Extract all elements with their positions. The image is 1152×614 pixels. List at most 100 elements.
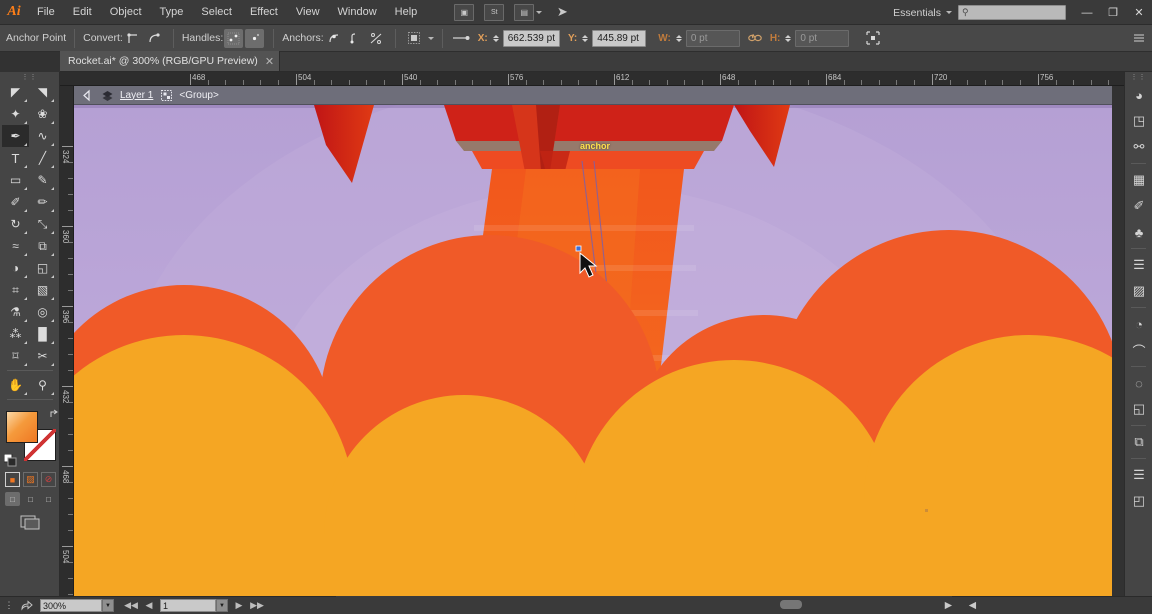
selection-tool[interactable]: ◤ <box>2 81 29 103</box>
h-field-group[interactable]: H: 0 pt <box>770 29 850 47</box>
swatches-panel-icon[interactable]: ▦ <box>1125 167 1152 193</box>
first-page-button[interactable]: ◀◀ <box>122 597 140 614</box>
artboard-canvas[interactable]: anchor <box>74 105 1112 596</box>
close-button[interactable]: ✕ <box>1126 0 1152 25</box>
artboards-panel-icon[interactable]: ◰ <box>1125 488 1152 514</box>
perspective-grid-tool[interactable]: ◱ <box>29 257 56 279</box>
fullscreen-mode[interactable]: □ <box>41 492 56 506</box>
breadcrumb-layer-name[interactable]: Layer 1 <box>120 90 153 101</box>
menu-file[interactable]: File <box>28 0 64 25</box>
share-icon[interactable] <box>18 597 36 614</box>
tool-flyout-indicator-icon[interactable] <box>51 363 54 366</box>
width-tool[interactable]: ≈ <box>2 235 29 257</box>
magic-wand-tool[interactable]: ✦ <box>2 103 29 125</box>
menu-object[interactable]: Object <box>101 0 151 25</box>
transform-panel-icon[interactable]: ⧉ <box>1125 429 1152 455</box>
tool-flyout-indicator-icon[interactable] <box>24 253 27 256</box>
horizontal-ruler[interactable]: 468504540576612648684720756792 <box>60 72 1152 86</box>
tool-flyout-indicator-icon[interactable] <box>51 99 54 102</box>
fill-swatch[interactable] <box>6 411 38 443</box>
minimize-button[interactable]: — <box>1074 0 1100 25</box>
control-bar-menu-icon[interactable] <box>1129 29 1148 48</box>
zoom-tool[interactable]: ⚲ <box>29 374 56 396</box>
hand-tool[interactable]: ✋ <box>2 374 29 396</box>
remove-anchor-icon[interactable] <box>325 29 344 48</box>
color-mode[interactable]: ■ <box>5 472 20 487</box>
tool-flyout-indicator-icon[interactable] <box>51 143 54 146</box>
paintbrush-tool[interactable]: ✎ <box>29 169 56 191</box>
search-input[interactable]: ⚲ <box>958 5 1066 20</box>
gradient-tool[interactable]: ▧ <box>29 279 56 301</box>
shaper-tool[interactable]: ✐ <box>2 191 29 213</box>
tool-flyout-indicator-icon[interactable] <box>51 297 54 300</box>
menu-edit[interactable]: Edit <box>64 0 101 25</box>
dock-grip[interactable]: ⋮⋮ <box>1125 72 1152 82</box>
document-tab[interactable]: Rocket.ai* @ 300% (RGB/GPU Preview) ✕ <box>60 51 281 71</box>
change-screen-mode-icon[interactable] <box>0 514 59 530</box>
rectangle-tool[interactable]: ▭ <box>2 169 29 191</box>
tool-flyout-indicator-icon[interactable] <box>24 341 27 344</box>
menu-window[interactable]: Window <box>329 0 386 25</box>
horizontal-scrollbar[interactable] <box>336 596 952 614</box>
zoom-dropdown-icon[interactable]: ▼ <box>102 599 114 612</box>
appearance-panel-icon[interactable]: ◔ <box>1125 311 1152 337</box>
cut-path-icon[interactable] <box>367 29 386 48</box>
y-field-group[interactable]: Y: 445.89 pt <box>568 29 647 47</box>
x-input[interactable]: 662.539 pt <box>502 29 560 47</box>
group-icon[interactable] <box>159 88 173 102</box>
rotate-tool[interactable]: ↻ <box>2 213 29 235</box>
convert-to-smooth-icon[interactable] <box>145 29 164 48</box>
w-input[interactable]: 0 pt <box>685 29 740 47</box>
fullscreen-menubar-mode[interactable]: □ <box>23 492 38 506</box>
hide-handles-icon[interactable] <box>245 28 265 48</box>
menu-type[interactable]: Type <box>151 0 193 25</box>
chevron-down-icon[interactable] <box>536 10 543 14</box>
layers-icon[interactable] <box>100 88 114 102</box>
prev-page-button[interactable]: ◀ <box>140 597 158 614</box>
brushes-panel-icon[interactable]: ✐ <box>1125 193 1152 219</box>
menu-select[interactable]: Select <box>192 0 241 25</box>
isolate-group[interactable] <box>404 29 434 48</box>
zoom-input[interactable]: 300% <box>40 599 102 612</box>
menu-effect[interactable]: Effect <box>241 0 287 25</box>
artboard-tool[interactable]: ⌑ <box>2 345 29 367</box>
show-handles-icon[interactable] <box>224 28 244 48</box>
tool-flyout-indicator-icon[interactable] <box>24 99 27 102</box>
color-guide-panel-icon[interactable]: ◳ <box>1125 108 1152 134</box>
toolbar-grip[interactable]: ⋮⋮ <box>0 72 59 81</box>
page-input[interactable]: 1 <box>160 599 216 612</box>
curvature-tool[interactable]: ∿ <box>29 125 56 147</box>
align-panel-icon[interactable]: ☰ <box>1125 252 1152 278</box>
scroll-left-arrow[interactable]: ◀ <box>969 600 976 611</box>
gradient-mode[interactable]: ▨ <box>23 472 38 487</box>
tool-flyout-indicator-icon[interactable] <box>51 209 54 212</box>
transparency-panel-icon[interactable]: ◌ <box>1125 370 1152 396</box>
y-input[interactable]: 445.89 pt <box>592 29 647 47</box>
direct-selection-tool[interactable]: ◥ <box>29 81 56 103</box>
pathfinder-panel-icon[interactable]: ◱ <box>1125 396 1152 422</box>
tool-flyout-indicator-icon[interactable] <box>24 275 27 278</box>
shape-builder-tool[interactable]: ◑ <box>2 257 29 279</box>
isolate-selected-icon[interactable] <box>405 29 424 48</box>
tool-flyout-indicator-icon[interactable] <box>24 209 27 212</box>
page-dropdown-icon[interactable]: ▼ <box>216 599 228 612</box>
column-graph-tool[interactable]: █ <box>29 323 56 345</box>
tool-flyout-indicator-icon[interactable] <box>24 187 27 190</box>
slice-tool[interactable]: ✂ <box>29 345 56 367</box>
tool-flyout-indicator-icon[interactable] <box>24 392 27 395</box>
menu-help[interactable]: Help <box>386 0 427 25</box>
tool-flyout-indicator-icon[interactable] <box>51 165 54 168</box>
convert-to-corner-icon[interactable] <box>124 29 143 48</box>
y-stepper[interactable] <box>582 34 589 42</box>
scale-tool[interactable]: ⤡ <box>29 213 56 235</box>
tool-flyout-indicator-icon[interactable] <box>51 319 54 322</box>
default-fill-stroke-icon[interactable] <box>3 453 17 467</box>
chevron-down-icon[interactable] <box>427 36 434 40</box>
normal-screen-mode[interactable]: □ <box>5 492 20 506</box>
tool-flyout-indicator-icon[interactable] <box>51 187 54 190</box>
x-stepper[interactable] <box>492 34 499 42</box>
gradient-panel-icon[interactable]: ▨ <box>1125 278 1152 304</box>
stock-icon[interactable]: St <box>484 3 505 21</box>
tool-flyout-indicator-icon[interactable] <box>24 319 27 322</box>
library-icon[interactable]: ▤ <box>514 3 535 21</box>
